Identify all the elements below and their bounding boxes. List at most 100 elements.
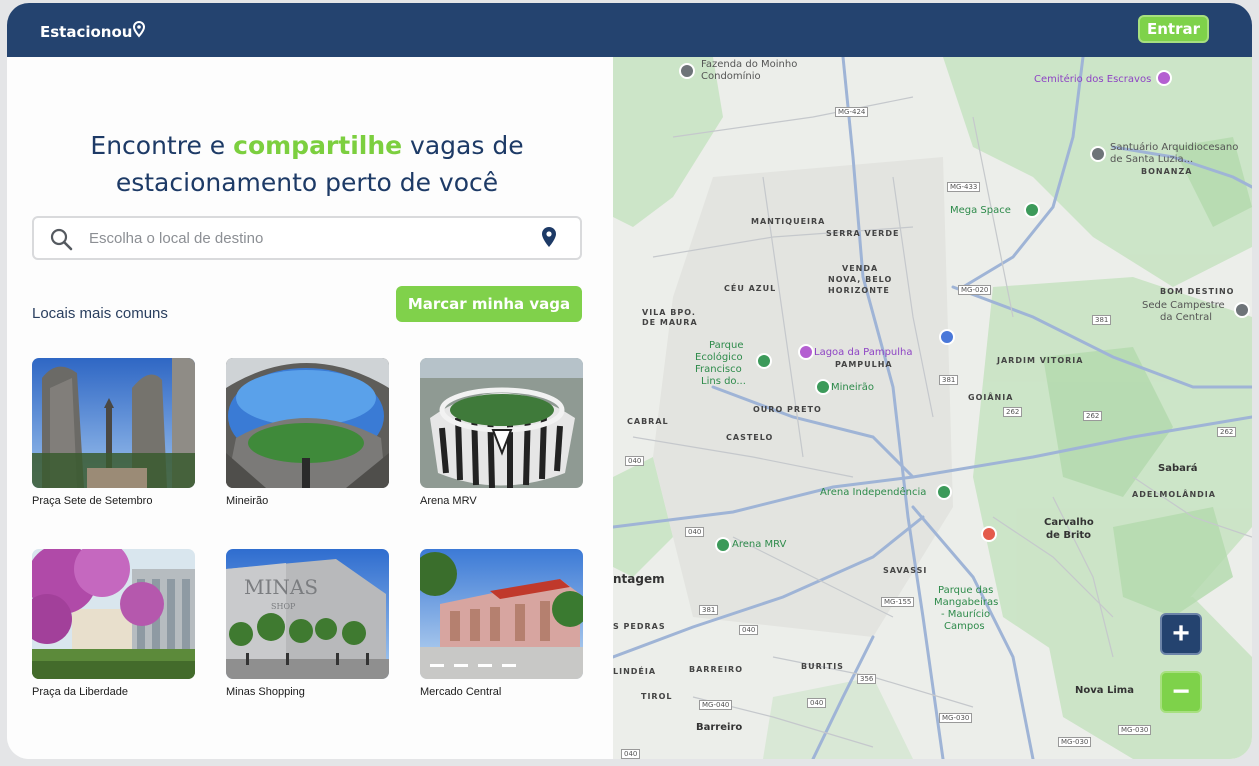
map-label: ADELMOLÂNDIA — [1132, 490, 1216, 499]
map-label: Cemitério dos Escravos — [1034, 74, 1152, 85]
place-name: Praça Sete de Setembro — [32, 495, 153, 507]
road-shield: MG-040 — [699, 700, 733, 710]
page-title: Encontre e compartilhe vagas de estacion… — [7, 127, 607, 201]
road-shield: 040 — [625, 456, 645, 466]
place-photo[interactable] — [226, 358, 389, 488]
road-shield: MG-030 — [1118, 725, 1152, 735]
map-label: de Brito — [1046, 530, 1092, 541]
road-shield: MG-030 — [939, 713, 973, 723]
common-places-label: Locais mais comuns — [32, 305, 168, 322]
road-shield: 381 — [699, 605, 719, 615]
map-label: Carvalho — [1044, 517, 1094, 528]
brand-name: Estacionou — [40, 22, 133, 41]
map-label: CÉU AZUL — [724, 284, 777, 293]
map-label: Lagoa da Pampulha — [814, 347, 913, 358]
map-label: Campos — [944, 621, 985, 632]
map-label: Francisco — [695, 364, 742, 375]
map-label: Sede Campestre — [1142, 300, 1225, 311]
place-name: Mineirão — [226, 495, 269, 507]
map-label: BOM DESTINO — [1160, 287, 1235, 296]
map-label: Mineirão — [831, 382, 875, 393]
map-label: GOIÂNIA — [968, 393, 1014, 402]
search-input[interactable]: Escolha o local de destino — [89, 230, 263, 247]
road-shield: 262 — [1003, 407, 1023, 417]
map-label: PAMPULHA — [835, 360, 893, 369]
map-label: NOVA, BELO — [828, 275, 893, 284]
app-frame: Estacionou Entrar Encontre e compartilhe… — [7, 3, 1252, 759]
place-name: Minas Shopping — [226, 686, 305, 698]
map-marker[interactable] — [939, 329, 955, 345]
map-label: BARREIRO — [689, 665, 744, 674]
map-marker[interactable] — [798, 344, 814, 360]
map-label: Barreiro — [696, 722, 743, 733]
map-label: CASTELO — [726, 433, 774, 442]
road-shield: 381 — [939, 375, 959, 385]
map-label: VILA BPO. — [642, 308, 696, 317]
map-label: BURITIS — [801, 662, 844, 671]
map-marker[interactable] — [1234, 302, 1250, 318]
title-part1: Encontre e — [90, 131, 234, 160]
map-label: - Maurício — [941, 609, 991, 620]
map-label: SAVASSI — [883, 566, 928, 575]
map-panel[interactable]: Fazenda do Moinho Condomínio Cemitério d… — [613, 57, 1252, 759]
search-icon[interactable] — [49, 227, 73, 256]
map-label: OURO PRETO — [753, 405, 822, 414]
map-marker[interactable] — [936, 484, 952, 500]
map-label: Fazenda do Moinho — [701, 59, 798, 70]
road-shield: 040 — [807, 698, 827, 708]
map-label: CABRAL — [627, 417, 669, 426]
map-label: Arena Independência — [820, 487, 927, 498]
map-label: MANTIQUEIRA — [751, 217, 826, 226]
place-card[interactable]: Mineirão — [226, 358, 389, 507]
map-marker[interactable] — [981, 526, 997, 542]
map-label: de Santa Luzia... — [1110, 154, 1194, 165]
map-label: Lins do... — [701, 376, 746, 387]
place-card[interactable]: MINAS SHOP Minas Shopping — [226, 549, 389, 698]
map-label: BONANZA — [1141, 167, 1193, 176]
map-label: DE MAURA — [642, 318, 698, 327]
road-shield: 262 — [1083, 411, 1103, 421]
road-shield: 040 — [621, 749, 641, 759]
map-label: Nova Lima — [1075, 685, 1134, 696]
place-card[interactable]: Praça da Liberdade — [32, 549, 195, 698]
top-bar: Estacionou Entrar — [7, 3, 1252, 57]
road-shield: 262 — [1217, 427, 1237, 437]
place-photo[interactable] — [32, 358, 195, 488]
map-label: Parque — [709, 340, 744, 351]
map-label: da Central — [1160, 312, 1213, 323]
road-shield: MG-020 — [958, 285, 992, 295]
place-photo[interactable]: MINAS SHOP — [226, 549, 389, 679]
place-card[interactable]: Arena MRV — [420, 358, 583, 507]
map-marker[interactable] — [815, 379, 831, 395]
place-name: Praça da Liberdade — [32, 686, 129, 698]
place-photo[interactable] — [32, 549, 195, 679]
place-photo[interactable] — [420, 358, 583, 488]
place-card[interactable]: Praça Sete de Setembro — [32, 358, 195, 507]
road-shield: MG-424 — [835, 107, 869, 117]
map-marker[interactable] — [1090, 146, 1106, 162]
road-shield: 356 — [857, 674, 877, 684]
road-shield: MG-155 — [881, 597, 915, 607]
location-pin-icon[interactable] — [541, 226, 557, 255]
place-name: Arena MRV — [420, 495, 477, 507]
map-marker[interactable] — [1024, 202, 1040, 218]
title-accent: compartilhe — [233, 131, 403, 160]
map-label: TIROL — [641, 692, 673, 701]
brand-logo[interactable]: Estacionou — [40, 20, 146, 42]
zoom-in-button[interactable]: + — [1160, 613, 1202, 655]
map-label: Arena MRV — [732, 539, 787, 550]
map-marker[interactable] — [1156, 70, 1172, 86]
place-card[interactable]: Mercado Central — [420, 549, 583, 698]
map-label: Mega Space — [950, 205, 1011, 216]
place-photo[interactable] — [420, 549, 583, 679]
login-button[interactable]: Entrar — [1138, 15, 1209, 43]
mark-spot-button[interactable]: Marcar minha vaga — [396, 286, 582, 322]
zoom-out-button[interactable]: − — [1160, 671, 1202, 713]
map-marker[interactable] — [715, 537, 731, 553]
map-marker[interactable] — [756, 353, 772, 369]
map-label: VENDA — [842, 264, 879, 273]
map-label: Sabará — [1158, 463, 1198, 474]
search-box[interactable]: Escolha o local de destino — [32, 216, 582, 260]
map-marker[interactable] — [679, 63, 695, 79]
title-line2: estacionamento perto de você — [115, 168, 499, 197]
